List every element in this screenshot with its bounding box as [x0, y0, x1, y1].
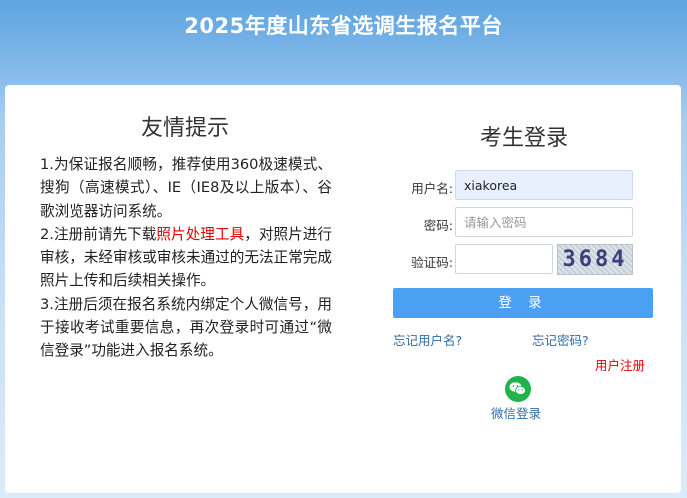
username-label: 用户名:: [411, 181, 453, 196]
login-button[interactable]: 登 录: [393, 288, 653, 318]
wechat-login-link[interactable]: 微信登录: [491, 403, 541, 422]
notice-body: 1.为保证报名顺畅，推荐使用360极速模式、搜狗（高速模式）、IE（IE8及以上…: [40, 153, 332, 363]
notice-item-1: 1.为保证报名顺畅，推荐使用360极速模式、搜狗（高速模式）、IE（IE8及以上…: [40, 156, 332, 220]
notice-title: 友情提示: [140, 116, 229, 141]
photo-tool-link[interactable]: 照片处理工具: [156, 226, 244, 243]
notice-item-2: 2.注册前请先下载照片处理工具，对照片进行审核，未经审核或审核未通过的无法正常完…: [40, 223, 332, 293]
site-title: 2025年度山东省选调生报名平台: [184, 14, 503, 38]
captcha-label: 验证码:: [411, 255, 453, 270]
notice-item-3: 3.注册后须在报名系统内绑定个人微信号，用于接收考试重要信息，再次登录时可通过“…: [40, 295, 332, 360]
password-input[interactable]: [455, 207, 633, 237]
username-row: 用户名:: [393, 170, 663, 202]
forgot-password-link[interactable]: 忘记密码?: [532, 330, 589, 349]
register-link[interactable]: 用户注册: [595, 355, 645, 374]
wechat-icon[interactable]: [505, 376, 531, 402]
captcha-input[interactable]: [455, 244, 553, 274]
header-bar: 2025年度山东省选调生报名平台: [0, 0, 687, 85]
notice-item-2-text-a: 2.注册前请先下载: [40, 225, 157, 243]
captcha-row: 验证码: 3684: [393, 244, 663, 276]
password-row: 密码:: [393, 207, 663, 239]
captcha-image[interactable]: 3684: [557, 244, 633, 275]
password-label: 密码:: [423, 218, 453, 233]
username-input[interactable]: [455, 170, 633, 200]
login-title: 考生登录: [479, 126, 568, 151]
forgot-username-link[interactable]: 忘记用户名?: [393, 330, 462, 349]
main-card: 友情提示 1.为保证报名顺畅，推荐使用360极速模式、搜狗（高速模式）、IE（I…: [5, 85, 681, 493]
